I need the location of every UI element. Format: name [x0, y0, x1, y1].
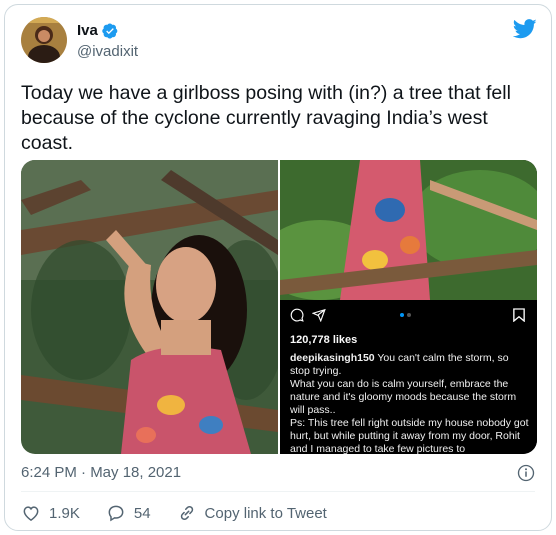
instagram-post-panel: 120,778 likes deepikasingh150 You can't … — [280, 300, 537, 454]
tweet-card[interactable]: Iva @ivadixit Today we have a girlboss p… — [4, 4, 552, 531]
tweet-timestamp[interactable]: 6:24 PM · May 18, 2021 — [21, 464, 181, 481]
ig-comment-icon — [290, 308, 304, 322]
copy-link-button[interactable]: Copy link to Tweet — [177, 503, 327, 523]
reply-button[interactable]: 54 — [106, 503, 151, 523]
ig-caption: deepikasingh150 You can't calm the storm… — [290, 352, 529, 454]
photo-woman-tree[interactable] — [21, 160, 278, 454]
ig-likes-count: 120,778 likes — [290, 334, 358, 346]
author-handle[interactable]: @ivadixit — [77, 43, 138, 60]
link-icon — [180, 505, 193, 521]
ig-carousel-dots — [400, 313, 411, 317]
tweet-actions: 1.9K 54 Copy link to Tweet — [21, 503, 353, 523]
like-button[interactable]: 1.9K — [21, 503, 80, 523]
ig-share-icon — [312, 308, 326, 322]
reply-count: 54 — [133, 504, 151, 522]
divider — [21, 491, 535, 492]
heart-icon — [23, 506, 39, 521]
tweet-media[interactable]: 120,778 likes deepikasingh150 You can't … — [21, 160, 537, 454]
info-icon[interactable] — [517, 464, 535, 482]
ig-username: deepikasingh150 — [290, 352, 375, 364]
copy-link-label: Copy link to Tweet — [204, 504, 327, 522]
ig-bookmark-icon — [513, 308, 525, 322]
instagram-screenshot[interactable]: 120,778 likes deepikasingh150 You can't … — [280, 160, 537, 454]
twitter-bird-icon[interactable] — [513, 19, 537, 39]
reply-icon — [108, 505, 124, 522]
tweet-text: Today we have a girlboss posing with (in… — [21, 82, 511, 154]
author-avatar[interactable] — [21, 17, 67, 63]
verified-badge-icon — [102, 22, 118, 39]
like-count: 1.9K — [49, 504, 80, 522]
author-name[interactable]: Iva — [77, 22, 98, 39]
